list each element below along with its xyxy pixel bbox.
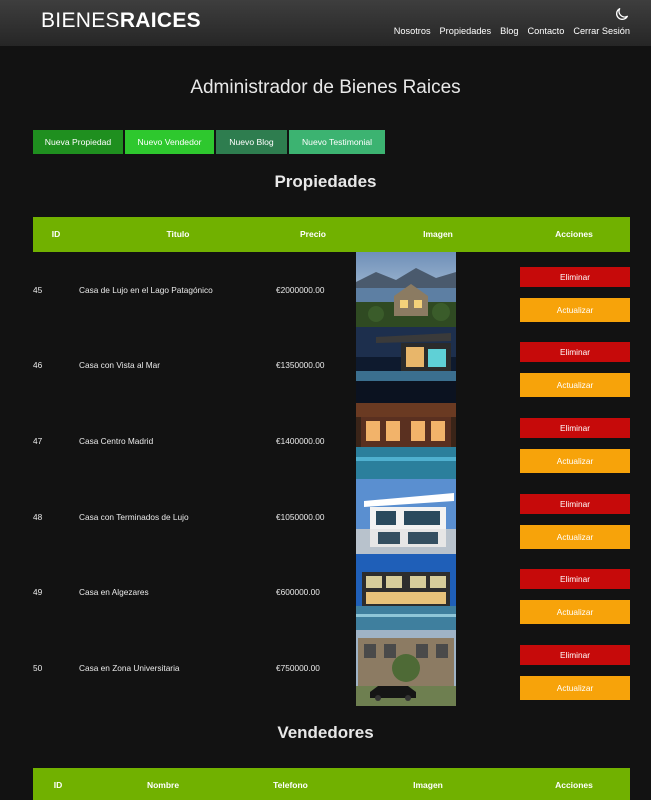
col-imagen: Imagen <box>413 780 443 790</box>
actualizar-button[interactable]: Actualizar <box>520 525 630 549</box>
actualizar-button[interactable]: Actualizar <box>520 449 630 473</box>
nuevo-vendedor-button[interactable]: Nuevo Vendedor <box>125 130 214 154</box>
col-imagen: Imagen <box>423 229 453 239</box>
propiedades-title: Propiedades <box>274 172 377 191</box>
actualizar-button[interactable]: Actualizar <box>520 600 630 624</box>
nuevo-testimonial-button[interactable]: Nuevo Testimonial <box>289 130 385 154</box>
property-image <box>356 630 456 706</box>
row-titulo: Casa en Algezares <box>79 587 149 597</box>
col-titulo: Titulo <box>166 229 190 239</box>
col-id: ID <box>51 229 61 239</box>
row-precio: €1050000.00 <box>276 512 325 522</box>
main-nav: Nosotros Propiedades Blog Contacto Cerra… <box>394 26 630 36</box>
nueva-propiedad-button[interactable]: Nueva Propiedad <box>33 130 123 154</box>
col-telefono: Telefono <box>273 780 308 790</box>
row-id: 45 <box>33 285 43 295</box>
moon-icon[interactable] <box>614 6 630 22</box>
nav-contacto[interactable]: Contacto <box>528 26 565 36</box>
table-row: 47 Casa Centro Madrid €1400000.00 Elimin… <box>33 403 630 479</box>
logo-text-light: BIENES <box>41 9 120 32</box>
row-id: 48 <box>33 512 43 522</box>
col-precio: Precio <box>300 229 326 239</box>
col-nombre: Nombre <box>146 780 180 790</box>
eliminar-button[interactable]: Eliminar <box>520 569 630 589</box>
row-id: 50 <box>33 663 43 673</box>
row-titulo: Casa con Vista al Mar <box>79 360 161 370</box>
col-acciones: Acciones <box>555 780 593 790</box>
row-titulo: Casa con Terminados de Lujo <box>79 512 189 522</box>
table-row: 45 Casa de Lujo en el Lago Patagónico €2… <box>33 252 630 328</box>
nav-propiedades[interactable]: Propiedades <box>440 26 492 36</box>
eliminar-button[interactable]: Eliminar <box>520 418 630 438</box>
eliminar-button[interactable]: Eliminar <box>520 267 630 287</box>
row-precio: €2000000.00 <box>276 285 325 295</box>
eliminar-button[interactable]: Eliminar <box>520 645 630 665</box>
vendedores-title: Vendedores <box>277 723 374 742</box>
actualizar-button[interactable]: Actualizar <box>520 298 630 322</box>
property-image <box>356 554 456 630</box>
row-id: 47 <box>33 436 43 446</box>
propiedades-table-header: ID Titulo Precio Imagen Acciones <box>33 217 630 252</box>
table-row: 49 Casa en Algezares €600000.00 Eliminar… <box>33 554 630 630</box>
table-row: 46 Casa con Vista al Mar €1350000.00 Eli… <box>33 327 630 403</box>
nav-cerrar-sesion[interactable]: Cerrar Sesión <box>573 26 630 36</box>
vendedores-table-header: ID Nombre Telefono Imagen Acciones <box>33 768 630 800</box>
nav-nosotros[interactable]: Nosotros <box>394 26 431 36</box>
property-image <box>356 479 456 555</box>
row-titulo: Casa de Lujo en el Lago Patagónico <box>79 285 213 295</box>
row-titulo: Casa en Zona Universitaria <box>79 663 180 673</box>
page-title: Administrador de Bienes Raices <box>190 77 461 98</box>
row-precio: €750000.00 <box>276 663 320 673</box>
row-id: 49 <box>33 587 43 597</box>
site-logo[interactable]: BIENESRAICES <box>41 9 201 33</box>
actualizar-button[interactable]: Actualizar <box>520 373 630 397</box>
eliminar-button[interactable]: Eliminar <box>520 342 630 362</box>
col-acciones: Acciones <box>555 229 593 239</box>
property-image <box>356 252 456 328</box>
logo-text-bold: RAICES <box>119 9 201 32</box>
property-image <box>356 403 456 479</box>
table-row: 50 Casa en Zona Universitaria €750000.00… <box>33 630 630 706</box>
col-id: ID <box>53 780 63 790</box>
nuevo-blog-button[interactable]: Nuevo Blog <box>216 130 287 154</box>
eliminar-button[interactable]: Eliminar <box>520 494 630 514</box>
nav-blog[interactable]: Blog <box>500 26 518 36</box>
property-image <box>356 327 456 403</box>
row-titulo: Casa Centro Madrid <box>79 436 154 446</box>
actualizar-button[interactable]: Actualizar <box>520 676 630 700</box>
row-precio: €1400000.00 <box>276 436 325 446</box>
row-precio: €600000.00 <box>276 587 320 597</box>
site-header: BIENESRAICES Nosotros Propiedades Blog C… <box>0 0 651 46</box>
table-row: 48 Casa con Terminados de Lujo €1050000.… <box>33 479 630 555</box>
row-precio: €1350000.00 <box>276 360 325 370</box>
row-id: 46 <box>33 360 43 370</box>
